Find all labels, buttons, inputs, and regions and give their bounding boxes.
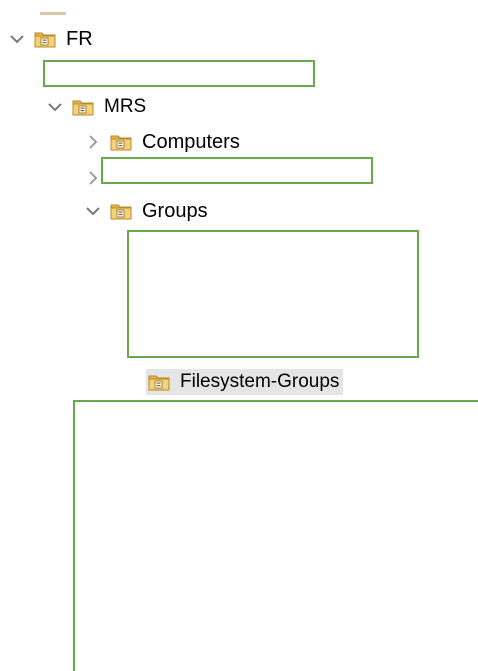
folder-ou-icon — [148, 373, 170, 391]
chevron-right-icon[interactable] — [84, 133, 102, 151]
tree-node-label: MRS — [104, 96, 147, 117]
tree-node-filesystem-groups[interactable]: Filesystem-Groups — [146, 369, 344, 395]
folder-ou-icon — [110, 202, 132, 220]
tree-node-fr[interactable]: FR — [8, 26, 93, 52]
selection-highlight[interactable]: Filesystem-Groups — [146, 369, 344, 395]
ad-tree-view: FR MRS Computers Groups Filesystem-Group… — [0, 0, 478, 671]
redacted-node — [73, 400, 478, 671]
tree-node-label: FR — [66, 28, 93, 50]
scroll-edge-mark — [40, 12, 66, 15]
tree-node-computers[interactable]: Computers — [84, 129, 240, 155]
folder-ou-icon — [110, 133, 132, 151]
redacted-node — [43, 60, 315, 87]
folder-ou-icon — [34, 30, 56, 48]
chevron-down-icon[interactable] — [84, 202, 102, 220]
chevron-down-icon[interactable] — [46, 98, 64, 116]
tree-node-label: Groups — [142, 200, 208, 222]
redacted-node — [127, 230, 419, 358]
tree-node-label: Computers — [142, 131, 240, 153]
redacted-node — [101, 157, 373, 184]
chevron-down-icon[interactable] — [8, 30, 26, 48]
tree-node-groups[interactable]: Groups — [84, 198, 208, 224]
folder-ou-icon — [72, 98, 94, 116]
tree-node-mrs[interactable]: MRS — [46, 94, 146, 120]
tree-node-label: Filesystem-Groups — [180, 371, 340, 392]
chevron-right-icon[interactable] — [84, 169, 102, 187]
